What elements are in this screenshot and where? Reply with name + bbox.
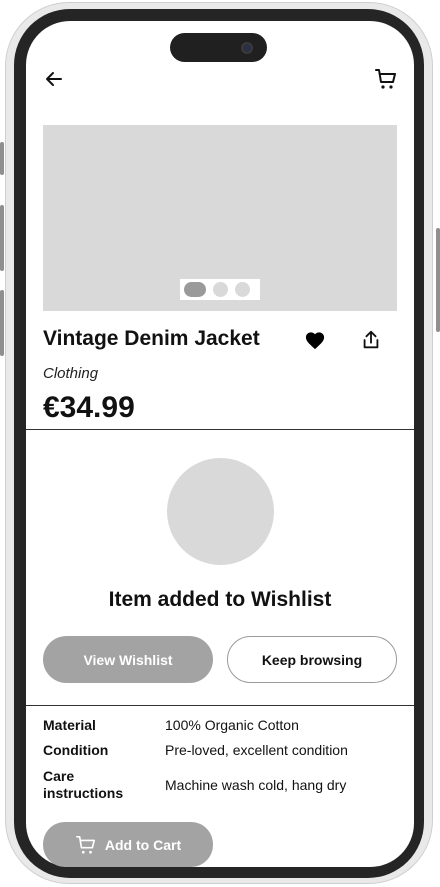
detail-value: Machine wash cold, hang dry [165,777,347,793]
detail-label: Care instructions [43,768,124,801]
product-price: €34.99 [43,391,135,424]
favorite-button[interactable] [302,327,328,353]
heart-icon [305,332,325,350]
camera-icon [241,42,253,54]
detail-value: Pre-loved, excellent condition [165,742,348,758]
confirmation-image [167,458,274,565]
arrow-left-icon [46,72,62,86]
detail-label: Condition [43,742,109,758]
detail-value: 100% Organic Cotton [165,717,299,733]
detail-label: Material [43,717,96,733]
add-to-cart-button[interactable]: Add to Cart [43,822,213,867]
wishlist-modal: Item added to Wishlist View Wishlist Kee… [26,429,414,706]
keep-browsing-button[interactable]: Keep browsing [227,636,397,683]
back-button[interactable] [42,67,66,91]
product-category: Clothing [43,365,99,382]
modal-title: Item added to Wishlist [108,588,332,611]
shopping-cart-icon [75,835,95,854]
product-title: Vintage Denim Jacket [43,327,260,350]
shopping-cart-icon [375,69,396,89]
share-icon [363,330,379,349]
add-to-cart-label: Add to Cart [104,836,182,853]
phone-side-button [0,205,4,271]
cart-button[interactable] [373,66,399,92]
carousel-dot[interactable] [235,282,250,297]
phone-side-button [436,228,440,332]
share-button[interactable] [358,327,384,353]
carousel-dot-active[interactable] [184,282,206,297]
view-wishlist-button[interactable]: View Wishlist [43,636,213,683]
phone-side-button [0,290,4,356]
carousel-dot[interactable] [213,282,228,297]
phone-side-button [0,142,4,175]
carousel-indicator[interactable] [180,279,260,300]
